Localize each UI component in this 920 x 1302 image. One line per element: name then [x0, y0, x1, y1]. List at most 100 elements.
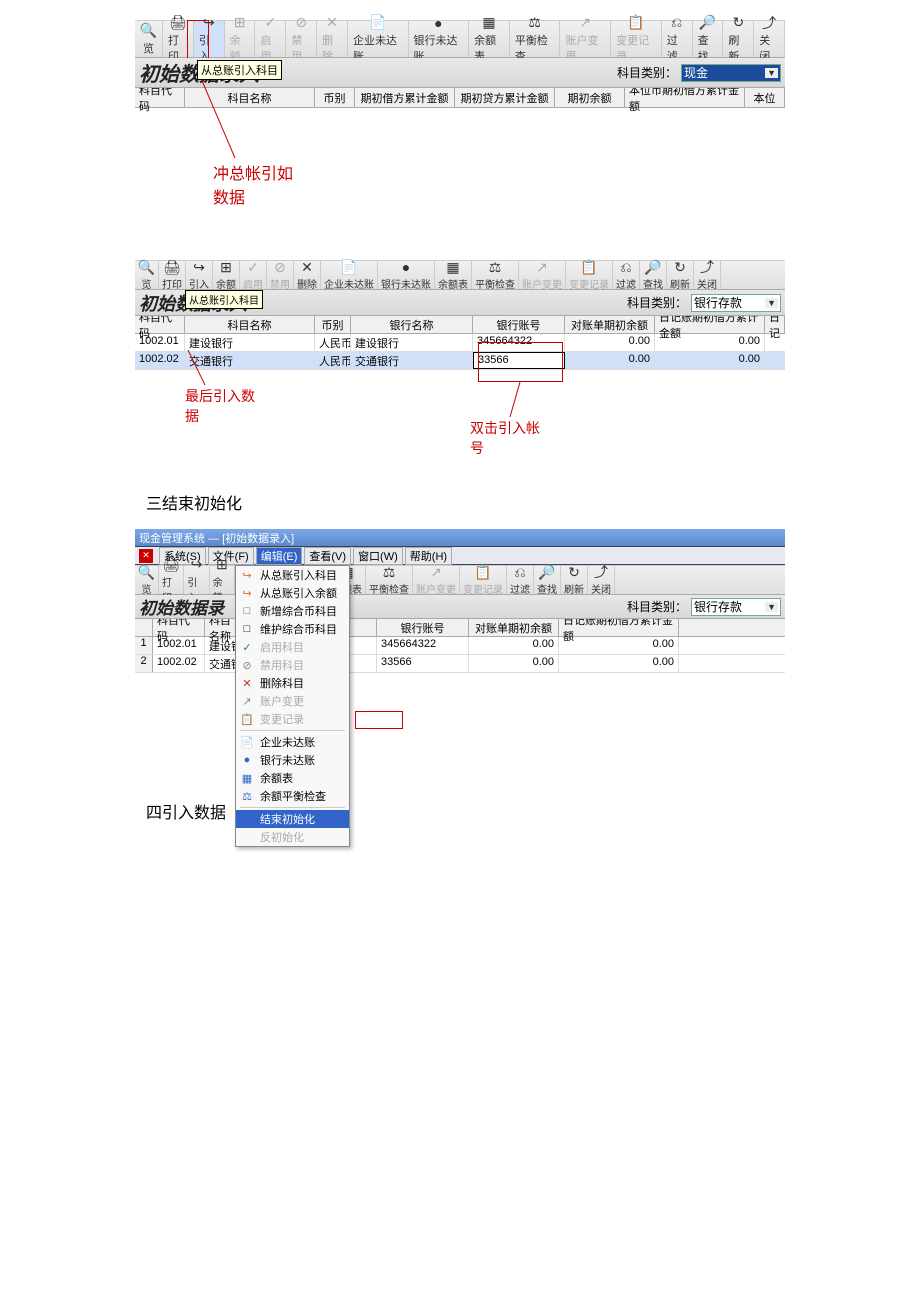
menu-item[interactable]: 窗口(W) [353, 547, 403, 565]
annotation: 冲总帐引如 数据 [213, 160, 293, 208]
menu-item-删除科目[interactable]: ✕删除科目 [236, 674, 349, 692]
preview-button[interactable]: 🔍览 [135, 566, 159, 594]
close-icon[interactable]: ✕ [139, 549, 153, 563]
balance-check-button[interactable]: ⚖平衡检查 [472, 261, 519, 289]
search-button[interactable]: 🔎查找 [640, 261, 667, 289]
search-icon: 🔎 [699, 15, 715, 31]
account-change-button: ↗账户变更 [519, 261, 566, 289]
disable-icon: ⊘ [293, 15, 309, 31]
balance-check-button[interactable]: ⚖平衡检查 [510, 21, 561, 57]
toolbar-label: 变更记录 [569, 276, 609, 291]
menu-item-企业未达账[interactable]: 📄企业未达账 [236, 733, 349, 751]
table-row[interactable]: 1002.01建设银行人民币建设银行3456643220.000.00 [135, 334, 785, 352]
table-row[interactable]: 1002.02交通银行人民币交通银行335660.000.00 [135, 352, 785, 370]
close-icon: ⤴ [593, 564, 609, 580]
preview-button[interactable]: 🔍览 [135, 261, 159, 289]
cell-bal: 0.00 [469, 655, 559, 672]
chevron-down-icon: ▼ [765, 68, 778, 78]
close-button[interactable]: ⤴关闭 [694, 261, 721, 289]
menu-item-余额平衡检查[interactable]: ⚖余额平衡检查 [236, 787, 349, 805]
close-button[interactable]: ⤴关闭 [588, 566, 615, 594]
toolbar-label: 账户变更 [522, 276, 562, 291]
menu-item-label: 反初始化 [260, 829, 304, 845]
category-select[interactable]: 银行存款▼ [691, 598, 781, 616]
balance-icon: ⊞ [214, 557, 230, 573]
menu-item-结束初始化[interactable]: 结束初始化 [236, 810, 349, 828]
column-header: 日记 [765, 316, 785, 333]
column-header: 银行名称 [351, 316, 473, 333]
menu-item-icon: □ [240, 622, 254, 636]
toolbar-label: 关闭 [697, 276, 717, 291]
menu-item-从总账引入科目[interactable]: ↪从总账引入科目 [236, 566, 349, 584]
print-button[interactable]: 🖨打印 [159, 261, 186, 289]
cell-acct: 33566 [377, 655, 469, 672]
category-label: 科目类别： [617, 64, 677, 81]
corp-outstanding-button[interactable]: 📄企业未达账 [348, 21, 409, 57]
refresh-button[interactable]: ↻刷新 [561, 566, 588, 594]
import-icon: ↪ [191, 259, 207, 275]
balance-button[interactable]: ⊞余额 [213, 261, 240, 289]
menu-item[interactable]: 帮助(H) [405, 547, 452, 565]
filter-button[interactable]: ⎌过滤 [507, 566, 534, 594]
menu-item-余额表[interactable]: ▦余额表 [236, 769, 349, 787]
balance-button: ⊞余额 [225, 21, 256, 57]
change-log-button: 📋变更记录 [460, 566, 507, 594]
toolbar-label: 禁用 [270, 276, 290, 291]
import-button[interactable]: ↪引入 [186, 261, 213, 289]
corp-outstanding-icon: 📄 [370, 15, 386, 31]
column-header: 科目代码 [153, 619, 205, 636]
import-button[interactable]: ↪引入 [184, 566, 209, 594]
menu-item[interactable]: 编辑(E) [256, 547, 303, 565]
column-header: 本位币期初借方累计金额 [625, 88, 745, 107]
change-log-button: 📋变更记录 [611, 21, 662, 57]
refresh-button[interactable]: ↻刷新 [723, 21, 754, 57]
close-button[interactable]: ⤴关闭 [754, 21, 785, 57]
category-select[interactable]: 现金▼ [681, 64, 781, 82]
cell-bal: 0.00 [565, 352, 655, 369]
edit-menu-dropdown[interactable]: ↪从总账引入科目↪从总账引入余额□新增综合币科目□维护综合币科目✓启用科目⊘禁用… [235, 565, 350, 847]
menu-item-银行未达账[interactable]: ●银行未达账 [236, 751, 349, 769]
filter-button[interactable]: ⎌过滤 [662, 21, 693, 57]
column-header: 币别 [315, 88, 355, 107]
balance-sheet-button[interactable]: ▦余额表 [469, 21, 510, 57]
bank-outstanding-button[interactable]: ●银行未达账 [378, 261, 435, 289]
menu-item-icon [240, 830, 254, 844]
account-change-icon: ↗ [534, 259, 550, 275]
menu-item-label: 余额平衡检查 [260, 788, 326, 804]
menu-item-label: 新增综合币科目 [260, 603, 337, 619]
cell-code: 1002.01 [135, 334, 185, 351]
balance-sheet-button[interactable]: ▦余额表 [435, 261, 472, 289]
table-row[interactable]: 11002.01建设银行币建设银行3456643220.000.00 [135, 637, 785, 655]
category-select[interactable]: 银行存款▼ [691, 294, 781, 312]
menu-item-从总账引入余额[interactable]: ↪从总账引入余额 [236, 584, 349, 602]
menu-item-label: 银行未达账 [260, 752, 315, 768]
balance-icon: ⊞ [218, 259, 234, 275]
column-header: 科目名称 [185, 88, 315, 107]
menu-item[interactable]: 查看(V) [304, 547, 351, 565]
balance-sheet-icon: ▦ [445, 259, 461, 275]
bank-outstanding-button[interactable]: ●银行未达账 [409, 21, 470, 57]
menu-item-维护综合币科目[interactable]: □维护综合币科目 [236, 620, 349, 638]
table-row[interactable]: 21002.02交通银行币交通银行335660.000.00 [135, 655, 785, 673]
balance-sheet-icon: ▦ [481, 15, 497, 31]
account-change-icon: ↗ [428, 564, 444, 580]
disable-icon: ⊘ [272, 259, 288, 275]
search-button[interactable]: 🔎查找 [693, 21, 724, 57]
preview-button[interactable]: 🔍览 [135, 21, 163, 57]
balance-button[interactable]: ⊞余额 [210, 566, 235, 594]
delete-button[interactable]: ✕删除 [294, 261, 321, 289]
filter-button[interactable]: ⎌过滤 [613, 261, 640, 289]
highlight-box-acct [478, 342, 563, 382]
change-log-icon: 📋 [628, 15, 644, 31]
cell-deb: 0.00 [655, 352, 765, 369]
menu-item-新增综合币科目[interactable]: □新增综合币科目 [236, 602, 349, 620]
balance-check-button[interactable]: ⚖平衡检查 [366, 566, 413, 594]
corp-outstanding-button[interactable]: 📄企业未达账 [321, 261, 378, 289]
close-icon: ⤴ [699, 259, 715, 275]
search-button[interactable]: 🔎查找 [534, 566, 561, 594]
refresh-button[interactable]: ↻刷新 [667, 261, 694, 289]
print-button[interactable]: 🖨打印 [159, 566, 184, 594]
cell-n: 2 [135, 655, 153, 672]
enable-icon: ✓ [262, 15, 278, 31]
menu-item-label: 企业未达账 [260, 734, 315, 750]
